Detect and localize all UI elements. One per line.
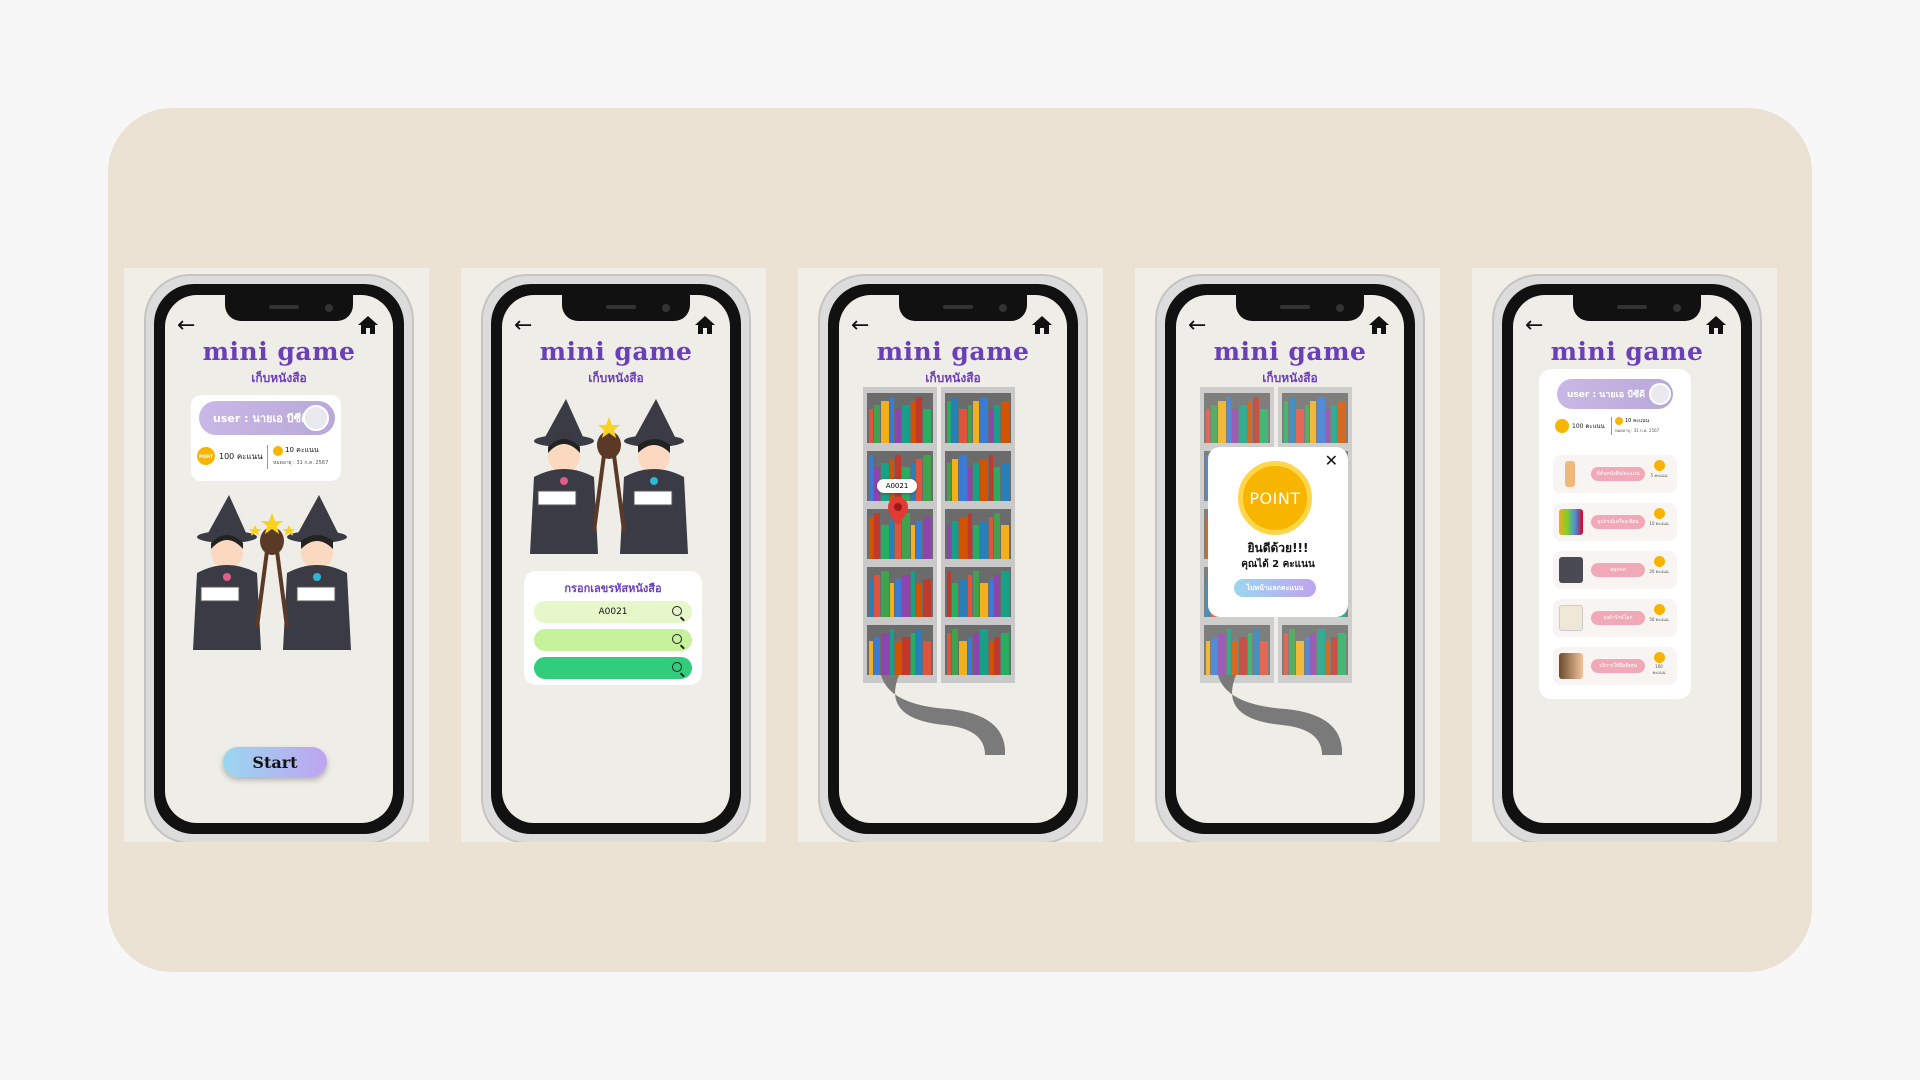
arrow-left-icon[interactable]: ← [514,313,532,338]
location-tag: A0021 [877,479,917,493]
screen-reward-popup: ← mini game เก็บหนังสือ ✕ POINT ยินดีด้ว… [1176,295,1404,823]
coin-icon [1653,508,1665,519]
coin-icon [273,445,283,456]
small-points: 10 คะแนน [285,446,319,454]
home-icon[interactable] [1031,315,1053,335]
screen-rewards: ← mini game เก็บหนังสือ user : นายเอ บีซ… [1513,295,1741,823]
coin-icon [1615,417,1623,425]
page-title: mini game [876,337,1030,366]
coin-icon: POINT [197,447,215,465]
point-coin: POINT [1238,461,1312,535]
people-reading-icon [1559,653,1583,679]
congrats-text: ยินดีด้วย!!! [1247,541,1309,555]
phone-frame: ← mini game เก็บหนังสือ user : นายเอ บีซ… [1492,274,1762,842]
mockup-panel-4: ← mini game เก็บหนังสือ ✕ POINT ยินดีด้ว… [1135,268,1440,842]
code-input[interactable] [534,657,692,679]
phone-frame: ← mini game เก็บหนังสือ A0021 [818,274,1088,842]
phone-frame: ← mini game เก็บหนังสือ user : นายเอ บีซ… [144,274,414,842]
home-icon[interactable] [357,315,379,335]
reward-cost: 100 คะแนน [1652,664,1666,675]
tote-bag-icon [1559,605,1583,631]
mockup-panel-2: ← mini game เก็บหนังสือ กรอกเลขรหัสหนังส… [461,268,766,842]
reward-item[interactable]: ถุงผ้ารักษ์โลก 50 คะแนน [1553,599,1677,637]
reward-button[interactable]: บริการให้ยืมพิเศษ [1591,659,1645,673]
screen-start: ← mini game เก็บหนังสือ user : นายเอ บีซ… [165,295,393,823]
close-icon[interactable]: ✕ [1325,451,1338,470]
coin-icon [1653,556,1665,567]
arrow-left-icon[interactable]: ← [1188,313,1206,338]
start-button[interactable]: Start [223,747,327,777]
expiry-date: หมดอายุ : 31 ก.ค. 2567 [273,460,329,466]
wizards-illustration [193,495,351,650]
bookshelf-illustration [863,387,1015,683]
reward-cost: 10 คะแนน [1649,521,1669,526]
code-title: กรอกเลขรหัสหนังสือ [564,582,662,595]
notebook-icon [1559,557,1583,583]
coin-icon [1653,604,1665,615]
home-icon[interactable] [1368,315,1390,335]
arrow-left-icon[interactable]: ← [177,313,195,338]
reward-button[interactable]: อุปกรณ์เครื่องเขียน [1591,515,1645,529]
page-subtitle: เก็บหนังสือ [588,371,644,385]
home-icon[interactable] [694,315,716,335]
reward-button[interactable]: ถุงผ้ารักษ์โลก [1591,611,1645,625]
reward-item[interactable]: ที่คั่นหนังสือ/คะแนน 5 คะแนน [1553,455,1677,493]
page-title: mini game [1213,337,1367,366]
page-title: mini game [202,337,356,366]
user-name: user : นายเอ บีซีดี [1567,390,1645,400]
road-illustration [1218,675,1343,755]
bookmark-icon [1565,461,1575,487]
arrow-left-icon[interactable]: ← [1525,313,1543,338]
reward-item[interactable]: บริการให้ยืมพิเศษ 100 คะแนน [1553,647,1677,685]
stationery-icon [1559,509,1583,535]
phone-frame: ← mini game เก็บหนังสือ กรอกเลขรหัสหนังส… [481,274,751,842]
screen-bookshelf: ← mini game เก็บหนังสือ A0021 [839,295,1067,823]
search-icon[interactable] [672,634,682,644]
reward-cost: 20 คะแนน [1649,569,1669,574]
reward-cost: 50 คะแนน [1649,617,1669,622]
search-icon[interactable] [672,662,682,672]
map-pin-icon[interactable] [888,497,908,525]
search-icon[interactable] [672,606,682,616]
user-name: user : นายเอ บีซีดี [213,412,309,425]
small-points: 10 คะแนน [1625,418,1650,424]
reward-item[interactable]: อุปกรณ์เครื่องเขียน 10 คะแนน [1553,503,1677,541]
user-card: user : นายเอ บีซีดี POINT 100 คะแนน 10 ค… [191,395,341,481]
coin-icon [1653,460,1665,471]
page-title: mini game [1550,337,1704,366]
screen-enter-code: ← mini game เก็บหนังสือ กรอกเลขรหัสหนังส… [502,295,730,823]
total-points: 100 คะแนน [1572,423,1605,430]
total-points: 100 คะแนน [219,451,263,461]
road-illustration [881,675,1006,755]
phone-frame: ← mini game เก็บหนังสือ ✕ POINT ยินดีด้ว… [1155,274,1425,842]
coin-icon [1653,652,1665,663]
coin-icon [1555,419,1569,433]
avatar [303,405,329,431]
code-card: กรอกเลขรหัสหนังสือ A0021 [524,571,702,685]
avatar [1649,383,1671,405]
mockup-panel-5: ← mini game เก็บหนังสือ user : นายเอ บีซ… [1472,268,1777,842]
mockup-panel-1: ← mini game เก็บหนังสือ user : นายเอ บีซ… [124,268,429,842]
code-input[interactable] [534,629,692,651]
page-subtitle: เก็บหนังสือ [251,371,307,385]
reward-item[interactable]: สมุดจด 20 คะแนน [1553,551,1677,589]
arrow-left-icon[interactable]: ← [851,313,869,338]
page-subtitle: เก็บหนังสือ [1262,371,1318,385]
reward-cost: 5 คะแนน [1650,473,1668,478]
reward-popup: ✕ POINT ยินดีด้วย!!! คุณได้ 2 คะแนน ไปหน… [1208,447,1348,617]
reward-button[interactable]: ที่คั่นหนังสือ/คะแนน [1591,467,1645,481]
code-input-value: A0021 [598,607,628,617]
expiry-date: หมดอายุ : 31 ก.ค. 2567 [1615,428,1660,433]
page-subtitle: เก็บหนังสือ [925,371,981,385]
home-icon[interactable] [1705,315,1727,335]
page-title: mini game [539,337,693,366]
reward-button[interactable]: สมุดจด [1591,563,1645,577]
reward-card: user : นายเอ บีซีดี 100 คะแนน 10 คะแนน ห… [1539,369,1691,699]
redeem-button[interactable]: ไปหน้าแลกคะแนน [1234,579,1316,597]
earned-text: คุณได้ 2 คะแนน [1241,559,1315,570]
wizards-illustration [530,399,688,554]
code-input[interactable]: A0021 [534,601,692,623]
mockup-panel-3: ← mini game เก็บหนังสือ A0021 [798,268,1103,842]
